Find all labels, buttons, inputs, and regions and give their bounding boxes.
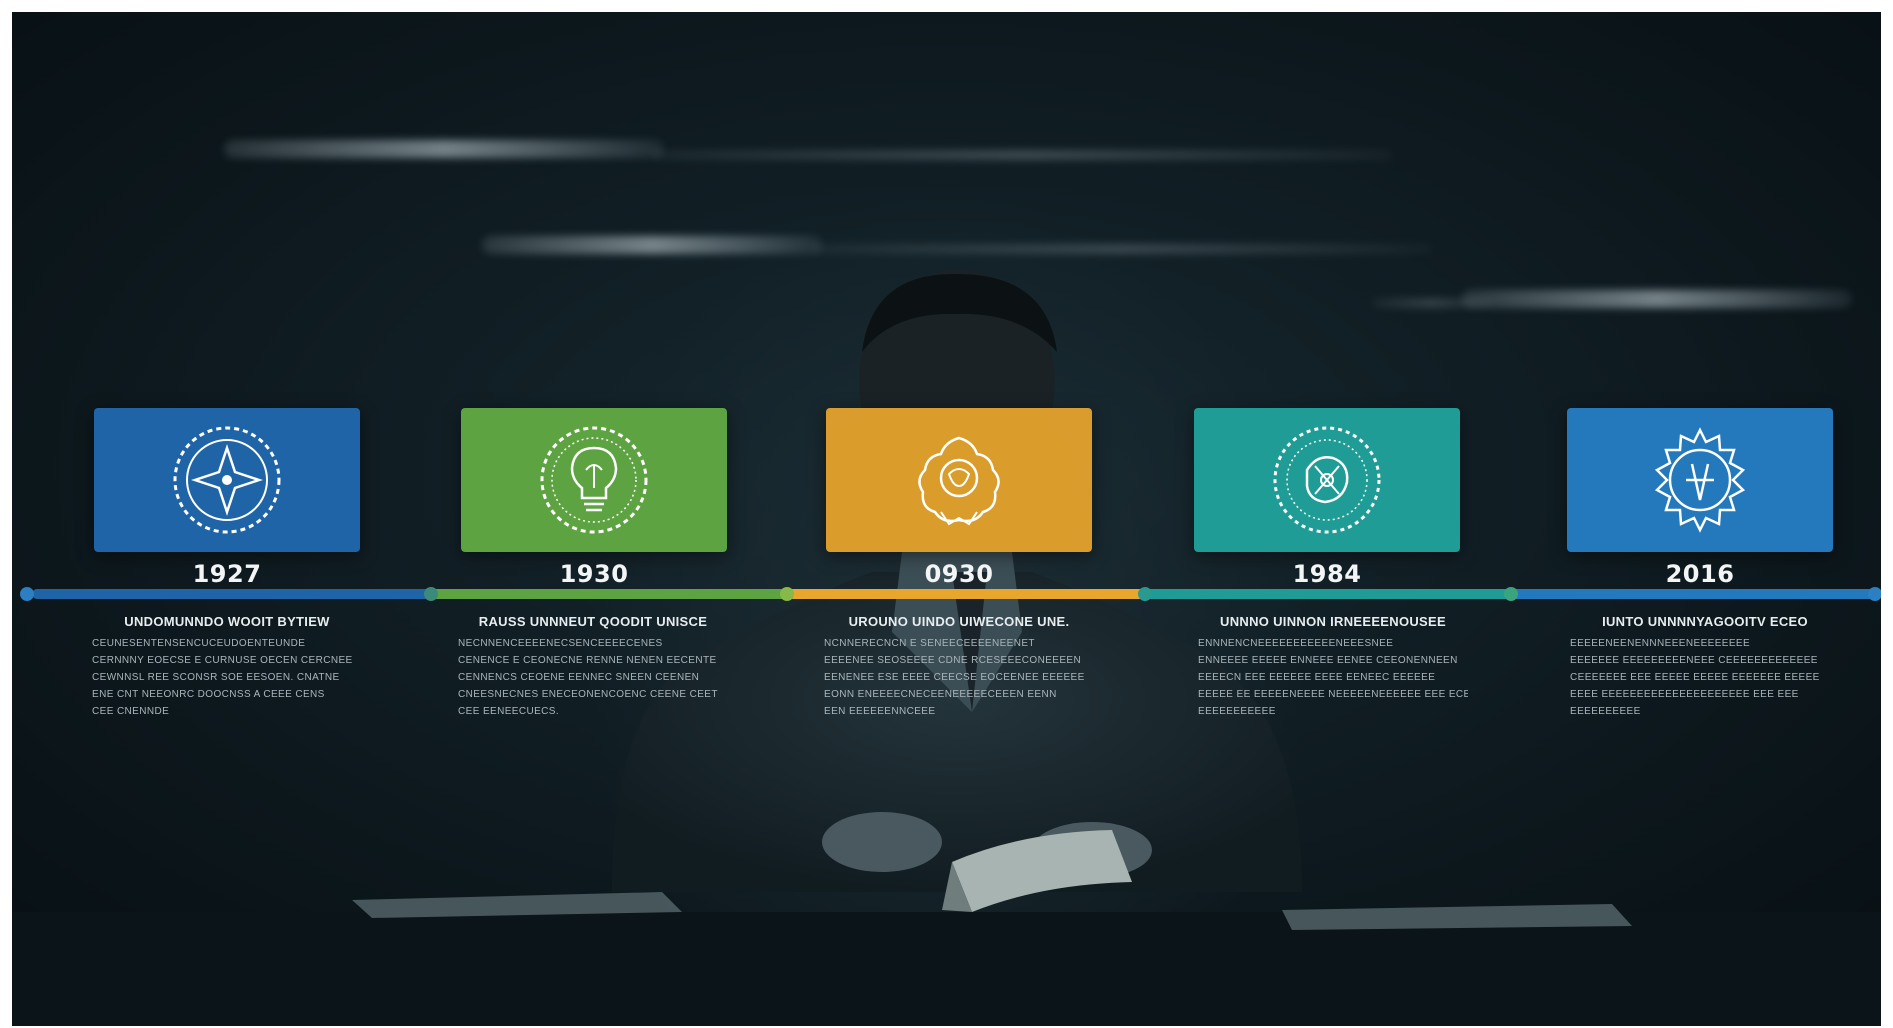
event-card-4[interactable] bbox=[1194, 408, 1460, 552]
event-body-line: eenenee ese eeee ceecse eoceenee eeeeee bbox=[824, 672, 1085, 683]
event-body-line: ceeeeeee eee eeeee eeeee eeeeeee eeeee bbox=[1570, 672, 1820, 683]
event-body-line: ncnnerecncn e seneeceeeeneenet bbox=[824, 638, 1035, 649]
sunburst-emblem-icon bbox=[1654, 427, 1746, 533]
event-body-line: eeeeeeeeee bbox=[1570, 706, 1641, 717]
event-description-5: IUNTO UNNNNYAGOOITV eceo eeeeeneenennnee… bbox=[1570, 614, 1840, 720]
event-heading: UROUNO UINDO UIWECONE UNE. bbox=[848, 614, 1070, 629]
event-description-2: RAUSS UNNNEUT QOODIT unisce necnnenceeee… bbox=[458, 614, 728, 720]
event-description-4: UNNNO UINNON IRNEEEENOUSEE ennnencneeeee… bbox=[1198, 614, 1468, 720]
timeline-segment bbox=[788, 589, 1160, 599]
event-body-line: eeeeeeeeeee bbox=[1198, 706, 1276, 717]
timeline: 1927 UNDOMUNNDO WOOIT bytiew ceunesenten… bbox=[12, 12, 1881, 1026]
event-body: ceunesentensencuceudoenteunde cernnny eo… bbox=[92, 635, 362, 720]
timeline-node bbox=[780, 587, 794, 601]
event-year-5: 2016 bbox=[1665, 560, 1735, 588]
event-heading: UNNNO UINNON IRNEEEENOUSEE bbox=[1220, 614, 1446, 629]
event-body-line: cneesnecnes eneceonencoenc ceene ceet bbox=[458, 689, 718, 700]
event-body-line: necnnenceeeenecsenceeeecenes bbox=[458, 638, 663, 649]
event-card-5[interactable] bbox=[1567, 408, 1833, 552]
event-body: necnnenceeeenecsenceeeecenes cenence e c… bbox=[458, 635, 728, 720]
event-body-line: ennnencneeeeeeeeeeeneeesnee bbox=[1198, 638, 1394, 649]
timeline-node bbox=[20, 587, 34, 601]
event-body-line: ene cnt neeonrc doocnss a ceee cens bbox=[92, 689, 325, 700]
event-description-3: UROUNO UINDO UIWECONE UNE. ncnnerecncn e… bbox=[824, 614, 1094, 720]
event-body-line: cenence e ceonecne renne nenen eecente bbox=[458, 655, 717, 666]
event-body-line: ceunesentensencuceudoenteunde bbox=[92, 638, 306, 649]
event-body-line: een eeeeeennceee bbox=[824, 706, 936, 717]
event-heading: UNDOMUNNDO WOOIT bytiew bbox=[124, 614, 330, 629]
timeline-segment bbox=[430, 589, 788, 599]
event-body-line: eeeeeneenennneeeneeeeeeee bbox=[1570, 638, 1751, 649]
timeline-node bbox=[1868, 587, 1881, 601]
event-year-1: 1927 bbox=[192, 560, 262, 588]
event-body: ennnencneeeeeeeeeeeneeesnee enneeee eeee… bbox=[1198, 635, 1468, 720]
event-body-line: cennencs ceoene eennec sneen ceenen bbox=[458, 672, 700, 683]
event-year-3: 0930 bbox=[924, 560, 994, 588]
timeline-segment bbox=[1510, 589, 1881, 599]
event-body-line: eeeecn eee eeeeee eeee eeneec eeeeee bbox=[1198, 672, 1436, 683]
scene-frame: 1927 UNDOMUNNDO WOOIT bytiew ceunesenten… bbox=[12, 12, 1881, 1026]
event-body-line: cee eeneecuecs. bbox=[458, 706, 560, 717]
event-year-2: 1930 bbox=[559, 560, 629, 588]
event-body-line: eeeeeee eeeeeeeeeneee ceeeeeeeeeeeee bbox=[1570, 655, 1818, 666]
event-body-line: eeee eeeeeeeeeeeeeeeeeeeee eee eee bbox=[1570, 689, 1799, 700]
timeline-segment bbox=[32, 589, 432, 599]
star-compass-icon bbox=[173, 426, 281, 534]
event-year-4: 1984 bbox=[1292, 560, 1362, 588]
event-heading: IUNTO UNNNNYAGOOITV eceo bbox=[1602, 614, 1808, 629]
event-body-line: enneeee eeeee enneee eenee ceeonenneen bbox=[1198, 655, 1458, 666]
flower-emblem-icon bbox=[918, 436, 1000, 526]
event-body-line: cernnny eoecse e curnuse oecen cercnee bbox=[92, 655, 353, 666]
event-body-line: eeeee ee eeeeeneeee neeeeeneeeeee eee ec… bbox=[1198, 689, 1468, 700]
event-body-line: eeeenee seoseeee cdne rceseeeconeeeen bbox=[824, 655, 1082, 666]
event-body: eeeeeneenennneeeneeeeeeee eeeeeee eeeeee… bbox=[1570, 635, 1840, 720]
timeline-node bbox=[1504, 587, 1518, 601]
event-body-line: eonn eneeeecneceeneeeeeceeen eenn bbox=[824, 689, 1057, 700]
timeline-node bbox=[1138, 587, 1152, 601]
event-body-line: cewnnsl ree sconsr soe eesoen. cnatne bbox=[92, 672, 340, 683]
event-card-2[interactable] bbox=[461, 408, 727, 552]
event-card-1[interactable] bbox=[94, 408, 360, 552]
event-heading: RAUSS UNNNEUT QOODIT unisce bbox=[478, 614, 708, 629]
timeline-segment bbox=[1144, 589, 1516, 599]
timeline-node bbox=[424, 587, 438, 601]
event-body-line: cee cnennde bbox=[92, 706, 170, 717]
event-card-3[interactable] bbox=[826, 408, 1092, 552]
lightbulb-icon bbox=[540, 426, 648, 534]
event-body: ncnnerecncn e seneeceeeeneenet eeeenee s… bbox=[824, 635, 1094, 720]
gear-emblem-icon bbox=[1273, 426, 1381, 534]
event-description-1: UNDOMUNNDO WOOIT bytiew ceunesentensencu… bbox=[92, 614, 362, 720]
